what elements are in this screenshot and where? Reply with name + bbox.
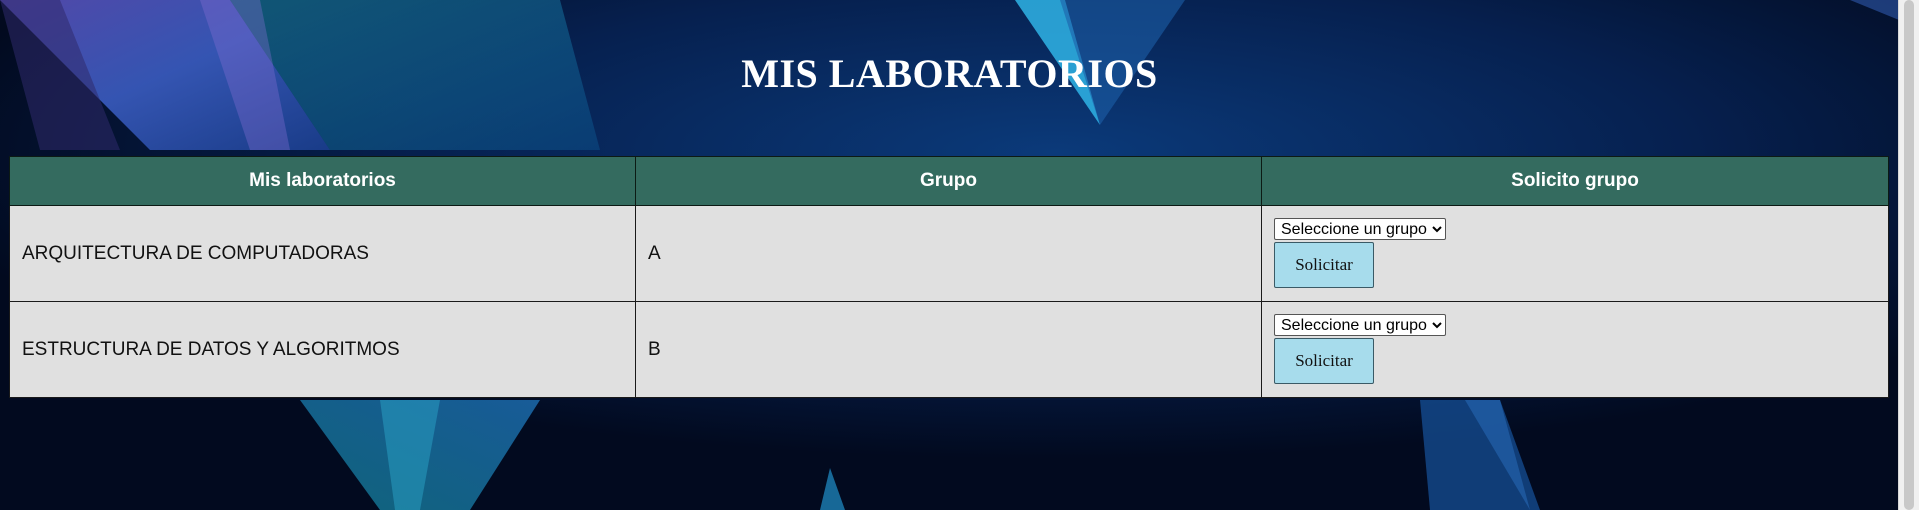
column-header-labs: Mis laboratorios (9, 156, 636, 206)
table-row: ARQUITECTURA DE COMPUTADORAS A Seleccion… (9, 205, 1889, 302)
group-select[interactable]: Seleccione un grupo (1274, 218, 1446, 240)
solicitar-button[interactable]: Solicitar (1274, 242, 1374, 288)
page-title: MIS LABORATORIOS (741, 51, 1158, 96)
column-header-solicito: Solicito grupo (1261, 156, 1889, 206)
grupo-cell: A (635, 205, 1262, 302)
action-cell: Seleccione un grupo Solicitar (1261, 301, 1889, 398)
table-header-row: Mis laboratorios Grupo Solicito grupo (9, 156, 1889, 206)
column-header-grupo: Grupo (635, 156, 1262, 206)
lab-name-cell: ESTRUCTURA DE DATOS Y ALGORITMOS (9, 301, 636, 398)
lab-name-cell: ARQUITECTURA DE COMPUTADORAS (9, 205, 636, 302)
group-select[interactable]: Seleccione un grupo (1274, 314, 1446, 336)
table-row: ESTRUCTURA DE DATOS Y ALGORITMOS B Selec… (9, 301, 1889, 398)
grupo-cell: B (635, 301, 1262, 398)
scrollbar-thumb[interactable] (1904, 0, 1914, 510)
solicitar-button[interactable]: Solicitar (1274, 338, 1374, 384)
action-cell: Seleccione un grupo Solicitar (1261, 205, 1889, 302)
vertical-scrollbar[interactable] (1898, 0, 1919, 510)
page-content: MIS LABORATORIOS Mis laboratorios Grupo … (0, 0, 1899, 510)
action-wrapper: Seleccione un grupo Solicitar (1274, 302, 1876, 384)
labs-table: Mis laboratorios Grupo Solicito grupo AR… (9, 156, 1889, 398)
action-wrapper: Seleccione un grupo Solicitar (1274, 206, 1876, 288)
